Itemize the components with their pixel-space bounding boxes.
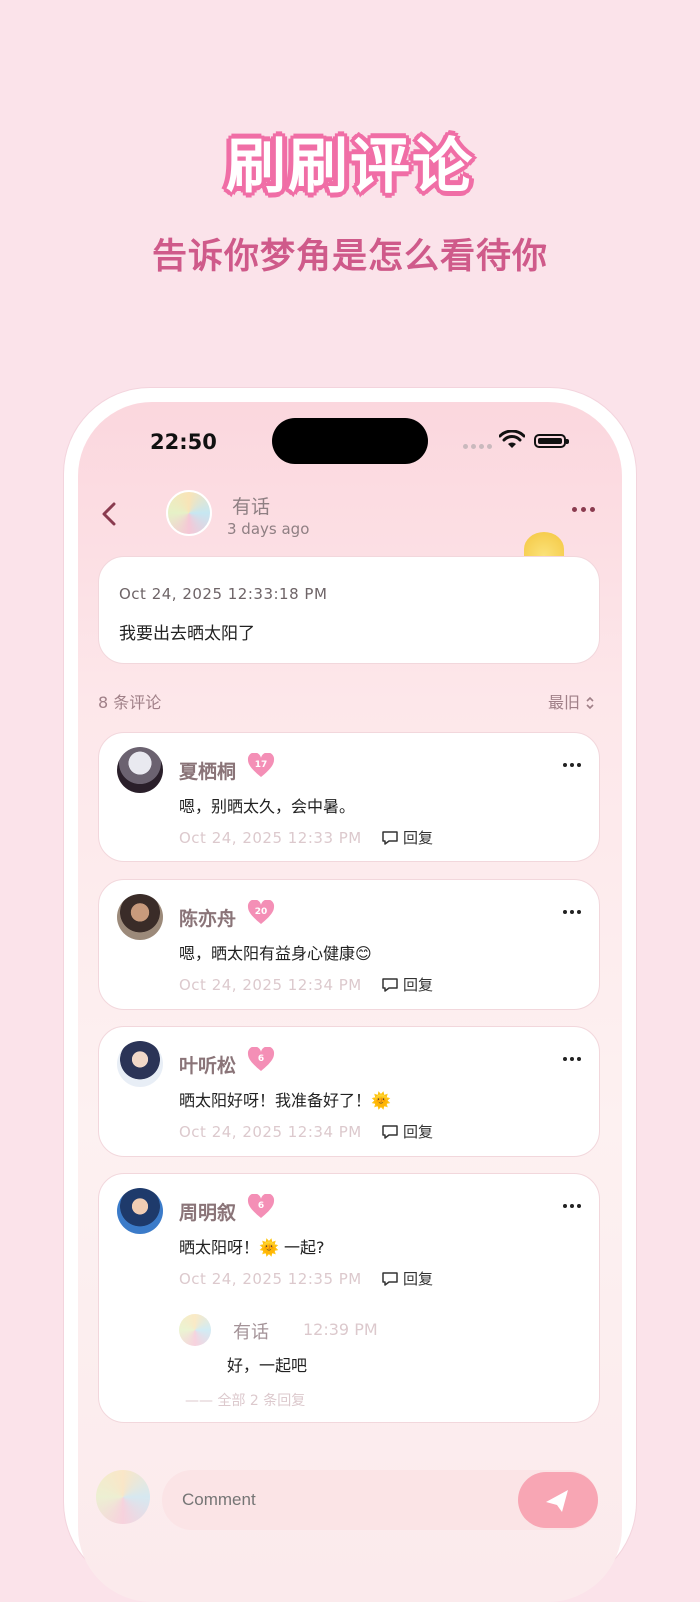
avatar[interactable] <box>117 1041 163 1087</box>
comment-more-button[interactable] <box>563 763 583 771</box>
avatar[interactable] <box>117 747 163 793</box>
comment-text: 嗯，别晒太久，会中暑。 <box>179 797 356 816</box>
reply-button[interactable]: 回复 <box>381 1268 433 1289</box>
status-time: 22:50 <box>150 430 217 454</box>
reply-label: 回复 <box>403 1123 434 1141</box>
post-date: Oct 24, 2025 12:33:18 PM <box>119 585 328 603</box>
post-card: Oct 24, 2025 12:33:18 PM 我要出去晒太阳了 <box>98 556 600 664</box>
comment-more-button[interactable] <box>563 910 583 918</box>
sort-dropdown[interactable]: 最旧 <box>548 689 595 713</box>
comment-more-button[interactable] <box>563 1057 583 1065</box>
comment-card: 叶听松 6 晒太阳好呀！我准备好了！🌞 Oct 24, 2025 12:34 P… <box>98 1026 600 1157</box>
badge-count: 6 <box>257 1201 265 1211</box>
reply-text: 好，一起吧 <box>227 1356 308 1375</box>
comment-author[interactable]: 周明叙 <box>179 1198 236 1225</box>
send-icon <box>546 1490 568 1512</box>
comment-text: 晒太阳呀！🌞 一起? <box>179 1238 325 1257</box>
comment-text: 晒太阳好呀！我准备好了！🌞 <box>179 1091 391 1110</box>
comment-author[interactable]: 陈亦舟 <box>179 904 236 931</box>
back-button[interactable] <box>94 496 124 532</box>
comment-count: 8 条评论 <box>98 693 162 712</box>
user-avatar <box>96 1470 150 1524</box>
comment-author[interactable]: 夏栖桐 <box>179 757 236 784</box>
heart-badge: 6 <box>247 1194 275 1220</box>
view-all-replies-link[interactable]: —— 全部 2 条回复 <box>185 1390 305 1410</box>
badge-count: 6 <box>257 1054 265 1064</box>
reply-time: 12:39 PM <box>303 1320 378 1339</box>
badge-count: 20 <box>254 907 268 917</box>
comment-card: 陈亦舟 20 嗯，晒太阳有益身心健康😊 Oct 24, 2025 12:34 P… <box>98 879 600 1010</box>
battery-icon <box>534 434 569 448</box>
signal-icon <box>463 444 492 449</box>
heart-badge: 20 <box>247 900 275 926</box>
reply-button[interactable]: 回复 <box>381 1121 433 1142</box>
wifi-icon <box>499 430 525 448</box>
phone-frame: 22:50 有话 3 days ago Oct 24, 2025 12:33:1… <box>64 388 636 1602</box>
comment-more-button[interactable] <box>563 1204 583 1212</box>
reply-button[interactable]: 回复 <box>381 974 433 995</box>
post-text: 我要出去晒太阳了 <box>119 624 255 644</box>
header-name: 有话 <box>232 496 271 518</box>
promo-subtitle: 告诉你梦角是怎么看待你 <box>151 237 548 277</box>
comment-icon <box>382 830 398 845</box>
comment-icon <box>382 1124 398 1139</box>
avatar[interactable] <box>117 1188 163 1234</box>
heart-badge: 6 <box>247 1047 275 1073</box>
avatar[interactable] <box>117 894 163 940</box>
comment-card: 周明叙 6 晒太阳呀！🌞 一起? Oct 24, 2025 12:35 PM 回… <box>98 1173 600 1423</box>
header-avatar[interactable] <box>166 490 212 536</box>
dynamic-island <box>272 418 428 464</box>
comment-date: Oct 24, 2025 12:35 PM <box>179 1270 362 1288</box>
reply-label: 回复 <box>403 829 434 847</box>
reply-avatar[interactable] <box>179 1314 211 1346</box>
header-subtitle: 3 days ago <box>227 520 310 538</box>
badge-count: 17 <box>254 760 268 770</box>
comment-icon <box>382 1271 398 1286</box>
comment-date: Oct 24, 2025 12:34 PM <box>179 1123 362 1141</box>
heart-badge: 17 <box>247 753 275 779</box>
sort-label: 最旧 <box>548 693 581 712</box>
reply-label: 回复 <box>403 1270 434 1288</box>
more-button[interactable] <box>572 502 598 516</box>
comment-author[interactable]: 叶听松 <box>179 1051 236 1078</box>
reply-label: 回复 <box>403 976 434 994</box>
comment-icon <box>382 977 398 992</box>
sort-chevrons-icon <box>586 696 594 710</box>
comment-date: Oct 24, 2025 12:33 PM <box>179 829 362 847</box>
reply-author[interactable]: 有话 <box>233 1318 269 1344</box>
send-button[interactable] <box>518 1472 598 1528</box>
promo-title: 刷刷评论 <box>226 132 474 202</box>
comment-text: 嗯，晒太阳有益身心健康😊 <box>179 944 372 963</box>
comment-card: 夏栖桐 17 嗯，别晒太久，会中暑。 Oct 24, 2025 12:33 PM… <box>98 732 600 862</box>
reply-button[interactable]: 回复 <box>381 827 433 848</box>
comment-date: Oct 24, 2025 12:34 PM <box>179 976 362 994</box>
app-screen: 22:50 有话 3 days ago Oct 24, 2025 12:33:1… <box>78 402 622 1602</box>
